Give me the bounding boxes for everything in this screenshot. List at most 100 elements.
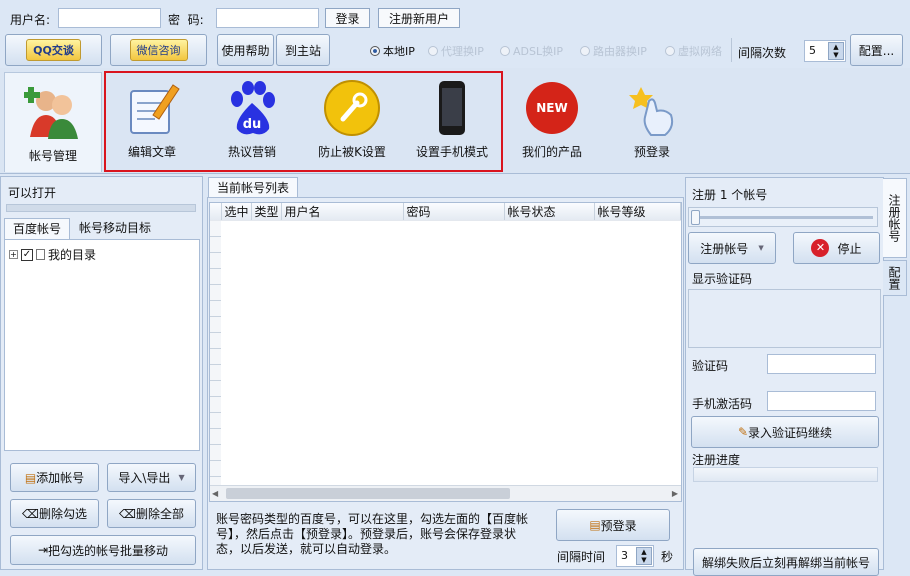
wechat-label: 微信咨询 [129,39,188,61]
module-our-products[interactable]: NEW 我们的产品 [512,76,592,168]
open-progress-bar [6,204,196,212]
password-input[interactable] [216,8,319,28]
module-edit-article[interactable]: 编辑文章 [112,76,192,168]
scrollbar-thumb[interactable] [226,488,510,499]
delete-checked-button[interactable]: ⌫ 删除勾选 [10,499,99,528]
interval-count-spinner[interactable]: 5 ▲ ▼ [804,40,846,62]
interval-time-label: 间隔时间 [557,550,606,564]
continue-captcha-button[interactable]: ✎ 录入验证码继续 [691,416,879,448]
wrench-icon [323,79,381,137]
button-label: 导入\导出 [118,471,171,485]
module-label: 设置手机模式 [415,145,488,159]
tab-current-accounts[interactable]: 当前帐号列表 [208,177,298,198]
edit-article-icon [123,79,181,137]
column-header-username[interactable]: 用户名 [281,203,404,221]
expand-icon[interactable]: + [9,250,18,259]
radio-dot-icon [428,46,438,56]
eraser-icon: ⌫ [22,506,39,521]
hand-pointer-icon [623,79,681,137]
dropdown-arrow-icon: ▼ [758,244,764,252]
interval-time-spinner[interactable]: 3 ▲ ▼ [616,545,654,567]
column-header-type[interactable]: 类型 [251,203,282,221]
radio-adsl-ip[interactable]: ADSL换IP [500,43,563,59]
captcha-label: 验证码 [692,359,729,373]
prelogin-button[interactable]: ▤ 预登录 [556,509,670,541]
qq-chat-button[interactable]: QQ交谈 [5,34,102,66]
radio-router-ip[interactable]: 路由器换IP [580,43,647,59]
captcha-display-label: 显示验证码 [692,272,753,286]
qq-chat-label: QQ交谈 [26,39,81,61]
help-button[interactable]: 使用帮助 [217,34,274,66]
module-anti-k-settings[interactable]: 防止被K设置 [312,76,392,168]
radio-proxy-ip[interactable]: 代理换IP [428,43,484,59]
batch-move-button[interactable]: ⇥ 把勾选的帐号批量移动 [10,535,196,565]
wechat-button[interactable]: 微信咨询 [110,34,207,66]
add-account-button[interactable]: ▤ 添加帐号 [10,463,99,492]
register-count-slider[interactable] [688,207,878,227]
horizontal-scrollbar[interactable]: ◀ ▶ [210,485,681,501]
module-label: 帐号管理 [28,149,77,163]
register-account-button[interactable]: 注册帐号 ▼ [688,232,776,264]
stop-button[interactable]: ✕ 停止 [793,232,880,264]
radio-label: 虚拟网络 [678,45,722,58]
folder-icon [36,249,45,260]
button-label: 删除全部 [135,507,184,521]
spinner-arrows-icon[interactable]: ▲ ▼ [636,547,652,565]
module-label: 防止被K设置 [318,145,386,159]
register-user-button[interactable]: 注册新用户 [378,8,460,28]
add-icon: ▤ [24,470,37,485]
tree-node-label: 我的目录 [48,248,97,262]
config-button[interactable]: 配置... [850,34,903,66]
radio-label: 代理换IP [441,45,484,58]
module-label: 我们的产品 [521,145,582,159]
delete-all-button[interactable]: ⌫ 删除全部 [107,499,196,528]
interval-time-value: 3 [621,549,628,562]
register-progress-label: 注册进度 [692,453,741,467]
register-progress-bar [693,467,878,482]
module-account-manage[interactable]: 帐号管理 [4,72,102,172]
username-label: 用户名: [10,13,51,27]
account-table: 选中 类型 用户名 密码 帐号状态 帐号等级 ◀ ▶ [209,202,682,502]
divider [731,38,732,62]
tab-move-target[interactable]: 帐号移动目标 [72,218,158,239]
module-label: 预登录 [633,145,670,159]
module-label: 热议营销 [227,145,276,159]
column-header-password[interactable]: 密码 [403,203,505,221]
captcha-input[interactable] [767,354,876,374]
column-header-level[interactable]: 帐号等级 [594,203,681,221]
import-export-button[interactable]: 导入\导出 ▼ [107,463,196,492]
slider-track [693,216,873,219]
checkbox-checked-icon[interactable]: ✓ [21,248,33,261]
new-badge-icon: NEW [523,79,581,137]
scroll-left-icon[interactable]: ◀ [212,489,218,498]
captcha-image-box [688,289,881,348]
tree-node-my-directory[interactable]: + ✓ 我的目录 [9,246,96,263]
radio-dot-icon [580,46,590,56]
radio-virtual-network[interactable]: 虚拟网络 [665,43,722,59]
side-tab-register[interactable]: 注册帐号 [883,178,907,258]
interval-count-value: 5 [809,44,816,57]
radio-local-ip[interactable]: 本地IP [370,43,415,59]
scroll-right-icon[interactable]: ▶ [672,489,678,498]
module-mobile-mode[interactable]: 设置手机模式 [412,76,492,168]
prelogin-description: 账号密码类型的百度号，可以在这里，勾选左面的【百度帐号】，然后点击【预登录】。预… [216,512,529,556]
column-header-status[interactable]: 帐号状态 [504,203,595,221]
button-label: 删除勾选 [38,507,87,521]
unbind-retry-button[interactable]: 解绑失败后立刻再解绑当前帐号 [693,548,879,576]
sms-code-input[interactable] [767,391,876,411]
module-prelogin[interactable]: 预登录 [612,76,692,168]
slider-thumb[interactable] [691,210,700,225]
main-site-button[interactable]: 到主站 [276,34,330,66]
users-icon [24,83,82,141]
radio-dot-icon [500,46,510,56]
side-tab-config[interactable]: 配置 [883,260,907,296]
button-label: 停止 [837,241,862,256]
column-header-selected[interactable]: 选中 [221,203,252,221]
tab-baidu-accounts[interactable]: 百度帐号 [4,218,70,239]
module-hot-marketing[interactable]: du 热议营销 [212,76,292,168]
radio-label: ADSL换IP [513,45,563,58]
spinner-arrows-icon[interactable]: ▲ ▼ [828,42,844,60]
username-input[interactable] [58,8,161,28]
login-button[interactable]: 登录 [325,8,370,28]
button-label: 注册帐号 [700,241,749,256]
